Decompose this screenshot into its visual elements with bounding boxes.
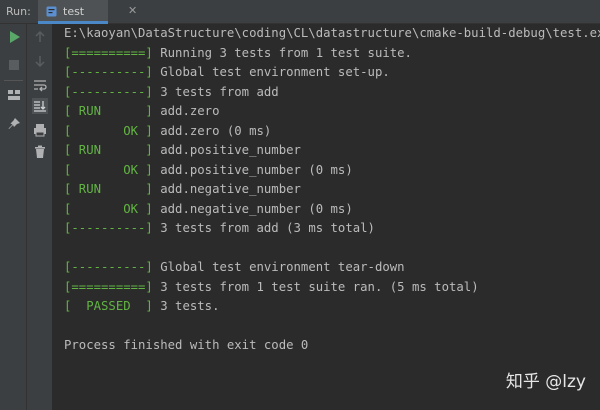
run-controls-toolbar xyxy=(0,24,27,410)
run-tool-window-header: Run: test ✕ xyxy=(0,0,600,24)
console-line: [ OK ] add.negative_number (0 ms) xyxy=(64,201,353,216)
console-output[interactable]: E:\kaoyan\DataStructure\coding\CL\datast… xyxy=(54,24,600,410)
run-icon[interactable] xyxy=(6,29,22,45)
console-line: [ RUN ] add.negative_number xyxy=(64,182,301,196)
scroll-to-end-icon[interactable] xyxy=(32,98,48,114)
run-label: Run: xyxy=(6,5,31,18)
console-line: Process finished with exit code 0 xyxy=(64,338,309,352)
stop-icon[interactable] xyxy=(6,57,22,73)
console-line: E:\kaoyan\DataStructure\coding\CL\datast… xyxy=(64,26,600,40)
test-config-icon xyxy=(46,6,57,17)
console-line: [ PASSED ] 3 tests. xyxy=(64,299,220,313)
up-arrow-icon[interactable] xyxy=(32,29,48,45)
watermark: 知乎 @lzy xyxy=(505,372,586,392)
delete-icon[interactable] xyxy=(32,144,48,160)
console-line: [==========] Running 3 tests from 1 test… xyxy=(64,45,412,60)
soft-wrap-icon[interactable] xyxy=(32,77,48,93)
console-line: [----------] 3 tests from add xyxy=(64,84,279,99)
tab-label: test xyxy=(63,5,85,18)
layout-icon[interactable] xyxy=(6,87,22,103)
console-line: [ OK ] add.zero (0 ms) xyxy=(64,123,272,138)
close-icon[interactable]: ✕ xyxy=(128,4,137,17)
separator xyxy=(4,80,23,81)
console-line: [----------] Global test environment tea… xyxy=(64,260,405,274)
console-line: [ RUN ] add.zero xyxy=(64,104,220,118)
console-line: [----------] 3 tests from add (3 ms tota… xyxy=(64,221,375,235)
pin-icon[interactable] xyxy=(6,116,22,132)
console-line: [----------] Global test environment set… xyxy=(64,65,390,79)
console-line: [==========] 3 tests from 1 test suite r… xyxy=(64,279,479,294)
console-line: [ RUN ] add.positive_number xyxy=(64,143,301,157)
down-arrow-icon[interactable] xyxy=(32,53,48,69)
console-controls-toolbar xyxy=(27,24,53,410)
tab-test[interactable]: test ✕ xyxy=(38,0,137,24)
print-icon[interactable] xyxy=(32,122,48,138)
console-line: [ OK ] add.positive_number (0 ms) xyxy=(64,162,353,177)
